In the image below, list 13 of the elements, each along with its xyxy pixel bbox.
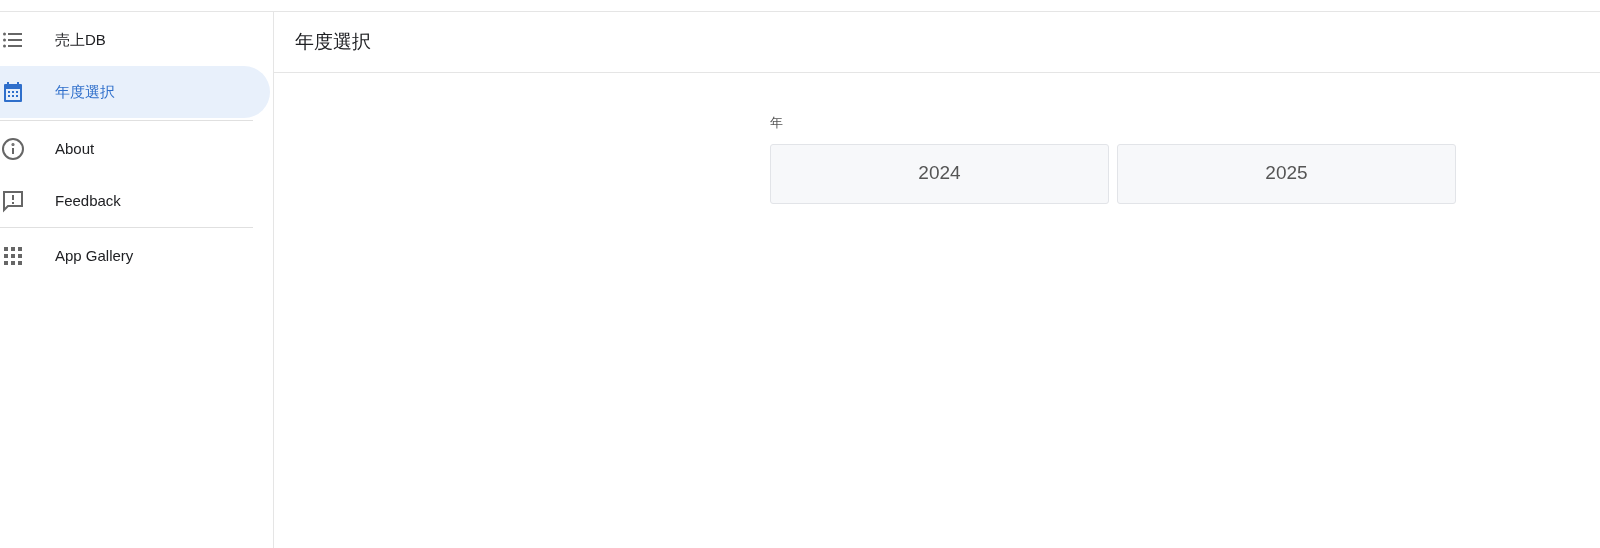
- sidebar-item[interactable]: About: [0, 123, 253, 175]
- info-icon: [1, 137, 25, 161]
- field-label: 年: [770, 114, 783, 132]
- apps-grid-icon: [1, 244, 25, 268]
- page-title: 年度選択: [295, 29, 371, 54]
- year-option[interactable]: 2024: [770, 143, 1109, 204]
- calendar-icon: [1, 80, 25, 104]
- sidebar-item[interactable]: Feedback: [0, 175, 253, 227]
- feedback-icon: [1, 189, 25, 213]
- sidebar-item[interactable]: 売上DB: [0, 14, 273, 66]
- sidebar-item[interactable]: 年度選択: [0, 66, 270, 118]
- year-option[interactable]: 2025: [1117, 143, 1456, 204]
- sidebar-item[interactable]: App Gallery: [0, 230, 253, 282]
